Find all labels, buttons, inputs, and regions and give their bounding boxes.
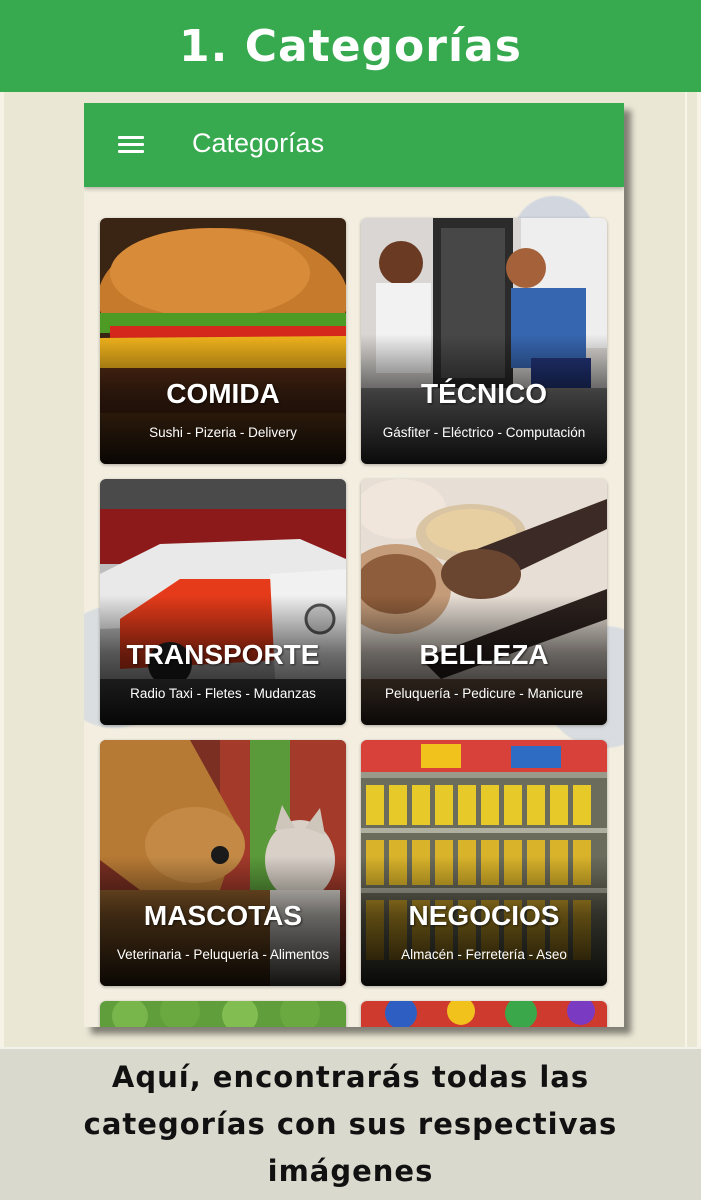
category-title: MASCOTAS xyxy=(143,900,303,931)
category-card-tecnico[interactable]: TÉCNICO Gásfiter - Eléctrico - Computaci… xyxy=(361,218,607,464)
category-title: TÉCNICO xyxy=(421,378,547,409)
banner-title: 1. Categorías xyxy=(179,20,522,72)
category-card-partial-left[interactable] xyxy=(100,1001,346,1027)
top-banner: 1. Categorías xyxy=(0,0,701,92)
category-title: BELLEZA xyxy=(419,639,549,670)
category-subtitle: Radio Taxi - Fletes - Mudanzas xyxy=(130,686,316,701)
categories-grid: COMIDA Sushi - Pizeria - Delivery TÉCNIC… xyxy=(84,187,624,1027)
bottom-caption: Aquí, encontrarás todas las categorías c… xyxy=(0,1047,701,1200)
category-card-belleza[interactable]: BELLEZA Peluquería - Pedicure - Manicure xyxy=(361,479,607,725)
caption-text: Aquí, encontrarás todas las categorías c… xyxy=(83,1060,618,1188)
category-subtitle: Gásfiter - Eléctrico - Computación xyxy=(382,425,586,440)
category-card-negocios[interactable]: NEGOCIOS Almacén - Ferretería - Aseo xyxy=(361,740,607,986)
category-title: NEGOCIOS xyxy=(408,900,560,931)
hamburger-menu-icon[interactable] xyxy=(114,131,150,159)
app-bar: Categorías xyxy=(84,103,624,187)
category-subtitle: Peluquería - Pedicure - Manicure xyxy=(384,686,584,701)
app-bar-title: Categorías xyxy=(192,128,325,158)
toys-image xyxy=(361,1001,607,1027)
phone-screen: Categorías COMIDA Sushi - Pizeria - Deli… xyxy=(84,103,624,1027)
category-card-partial-right[interactable] xyxy=(361,1001,607,1027)
plants-image xyxy=(100,1001,346,1027)
category-title: COMIDA xyxy=(166,378,280,409)
category-subtitle: Veterinaria - Peluquería - Alimentos xyxy=(116,947,330,962)
category-card-comida[interactable]: COMIDA Sushi - Pizeria - Delivery xyxy=(100,218,346,464)
category-subtitle: Sushi - Pizeria - Delivery xyxy=(149,425,297,440)
category-card-mascotas[interactable]: MASCOTAS Veterinaria - Peluquería - Alim… xyxy=(100,740,346,986)
category-card-transporte[interactable]: TRANSPORTE Radio Taxi - Fletes - Mudanza… xyxy=(100,479,346,725)
category-title: TRANSPORTE xyxy=(126,639,320,670)
category-subtitle: Almacén - Ferretería - Aseo xyxy=(401,947,567,962)
